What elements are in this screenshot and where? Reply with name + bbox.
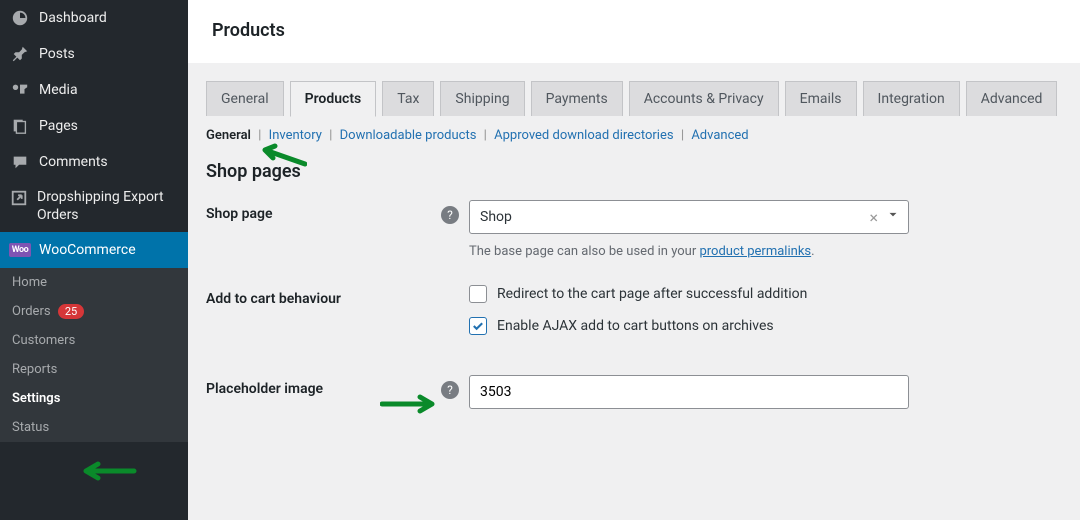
clear-icon[interactable]: ×: [869, 208, 878, 227]
sidebar-item-dashboard[interactable]: Dashboard: [0, 0, 188, 36]
tab-payments[interactable]: Payments: [531, 81, 623, 116]
ajax-label: Enable AJAX add to cart buttons on archi…: [497, 318, 774, 334]
tab-products[interactable]: Products: [290, 81, 377, 117]
subnav-advanced[interactable]: Advanced: [691, 128, 748, 143]
sidebar-item-posts[interactable]: Posts: [0, 36, 188, 72]
tab-accounts-privacy[interactable]: Accounts & Privacy: [629, 81, 779, 116]
placeholder-image-row: Placeholder image ?: [206, 375, 1062, 409]
separator: |: [681, 128, 684, 143]
ajax-checkbox[interactable]: [469, 317, 487, 335]
chevron-down-icon: [886, 208, 900, 226]
sidebar-sub-reports[interactable]: Reports: [0, 355, 188, 384]
sidebar-sub-status[interactable]: Status: [0, 413, 188, 442]
shop-page-control: Shop × The base page can also be used in…: [469, 200, 909, 259]
label: Dashboard: [39, 10, 107, 26]
media-icon: [10, 80, 30, 100]
admin-sidebar: Dashboard Posts Media Pages Comments Dro…: [0, 0, 188, 520]
add-to-cart-label: Add to cart behaviour: [206, 285, 441, 307]
pages-icon: [10, 116, 30, 136]
product-permalinks-link[interactable]: product permalinks: [699, 244, 811, 259]
shop-page-label: Shop page: [206, 200, 441, 222]
orders-count-badge: 25: [58, 304, 84, 319]
subnav-general[interactable]: General: [206, 128, 251, 143]
settings-tabs: General Products Tax Shipping Payments A…: [188, 63, 1080, 116]
sidebar-item-comments[interactable]: Comments: [0, 144, 188, 180]
subnav-approved-dirs[interactable]: Approved download directories: [494, 128, 673, 143]
select-value: Shop: [480, 209, 512, 225]
subnav-inventory[interactable]: Inventory: [269, 128, 322, 143]
pin-icon: [10, 44, 30, 64]
label: Comments: [39, 154, 108, 170]
sidebar-sub-customers[interactable]: Customers: [0, 326, 188, 355]
sidebar-item-media[interactable]: Media: [0, 72, 188, 108]
tab-shipping[interactable]: Shipping: [440, 81, 524, 116]
help-icon[interactable]: ?: [441, 381, 459, 399]
separator: |: [329, 128, 332, 143]
tab-general[interactable]: General: [206, 81, 284, 116]
placeholder-control: [469, 375, 909, 409]
separator: |: [258, 128, 261, 143]
page-title: Products: [212, 20, 1056, 41]
tab-tax[interactable]: Tax: [382, 81, 434, 116]
shop-pages-section: Shop pages Shop page ? Shop × The base p…: [188, 143, 1080, 409]
ajax-checkbox-row[interactable]: Enable AJAX add to cart buttons on archi…: [469, 317, 1062, 335]
label: Pages: [39, 118, 78, 134]
sidebar-item-pages[interactable]: Pages: [0, 108, 188, 144]
sidebar-sub-orders[interactable]: Orders 25: [0, 297, 188, 326]
placeholder-image-input[interactable]: [469, 375, 909, 409]
shop-page-row: Shop page ? Shop × The base page can als…: [206, 200, 1062, 259]
label: Dropshipping Export Orders: [37, 188, 178, 224]
products-subnav: General | Inventory | Downloadable produ…: [188, 116, 1080, 143]
separator: |: [484, 128, 487, 143]
subnav-downloadable[interactable]: Downloadable products: [340, 128, 477, 143]
sidebar-sub-home[interactable]: Home: [0, 268, 188, 297]
shop-page-hint: The base page can also be used in your p…: [469, 244, 909, 259]
add-to-cart-control: Redirect to the cart page after successf…: [469, 285, 1062, 349]
main-content: Products General Products Tax Shipping P…: [188, 0, 1080, 520]
tab-integration[interactable]: Integration: [863, 81, 960, 116]
redirect-checkbox[interactable]: [469, 285, 487, 303]
page-header: Products: [188, 0, 1080, 63]
dashboard-icon: [10, 8, 30, 28]
redirect-checkbox-row[interactable]: Redirect to the cart page after successf…: [469, 285, 1062, 303]
add-to-cart-row: Add to cart behaviour Redirect to the ca…: [206, 285, 1062, 349]
sidebar-item-woocommerce[interactable]: Woo WooCommerce: [0, 232, 188, 268]
sidebar-item-dropshipping[interactable]: Dropshipping Export Orders: [0, 180, 188, 232]
redirect-label: Redirect to the cart page after successf…: [497, 286, 807, 302]
section-heading: Shop pages: [206, 161, 1062, 182]
tab-advanced[interactable]: Advanced: [966, 81, 1058, 116]
label: WooCommerce: [39, 242, 136, 258]
comment-icon: [10, 152, 30, 172]
shop-page-select[interactable]: Shop ×: [469, 200, 909, 234]
label: Media: [39, 82, 78, 98]
help-icon[interactable]: ?: [441, 206, 459, 224]
tab-emails[interactable]: Emails: [785, 81, 857, 116]
label: Orders: [12, 304, 51, 319]
export-icon: [10, 188, 28, 208]
sidebar-sub-settings[interactable]: Settings: [0, 384, 188, 413]
label: Posts: [39, 46, 75, 62]
placeholder-label: Placeholder image: [206, 375, 441, 397]
woocommerce-icon: Woo: [10, 240, 30, 260]
